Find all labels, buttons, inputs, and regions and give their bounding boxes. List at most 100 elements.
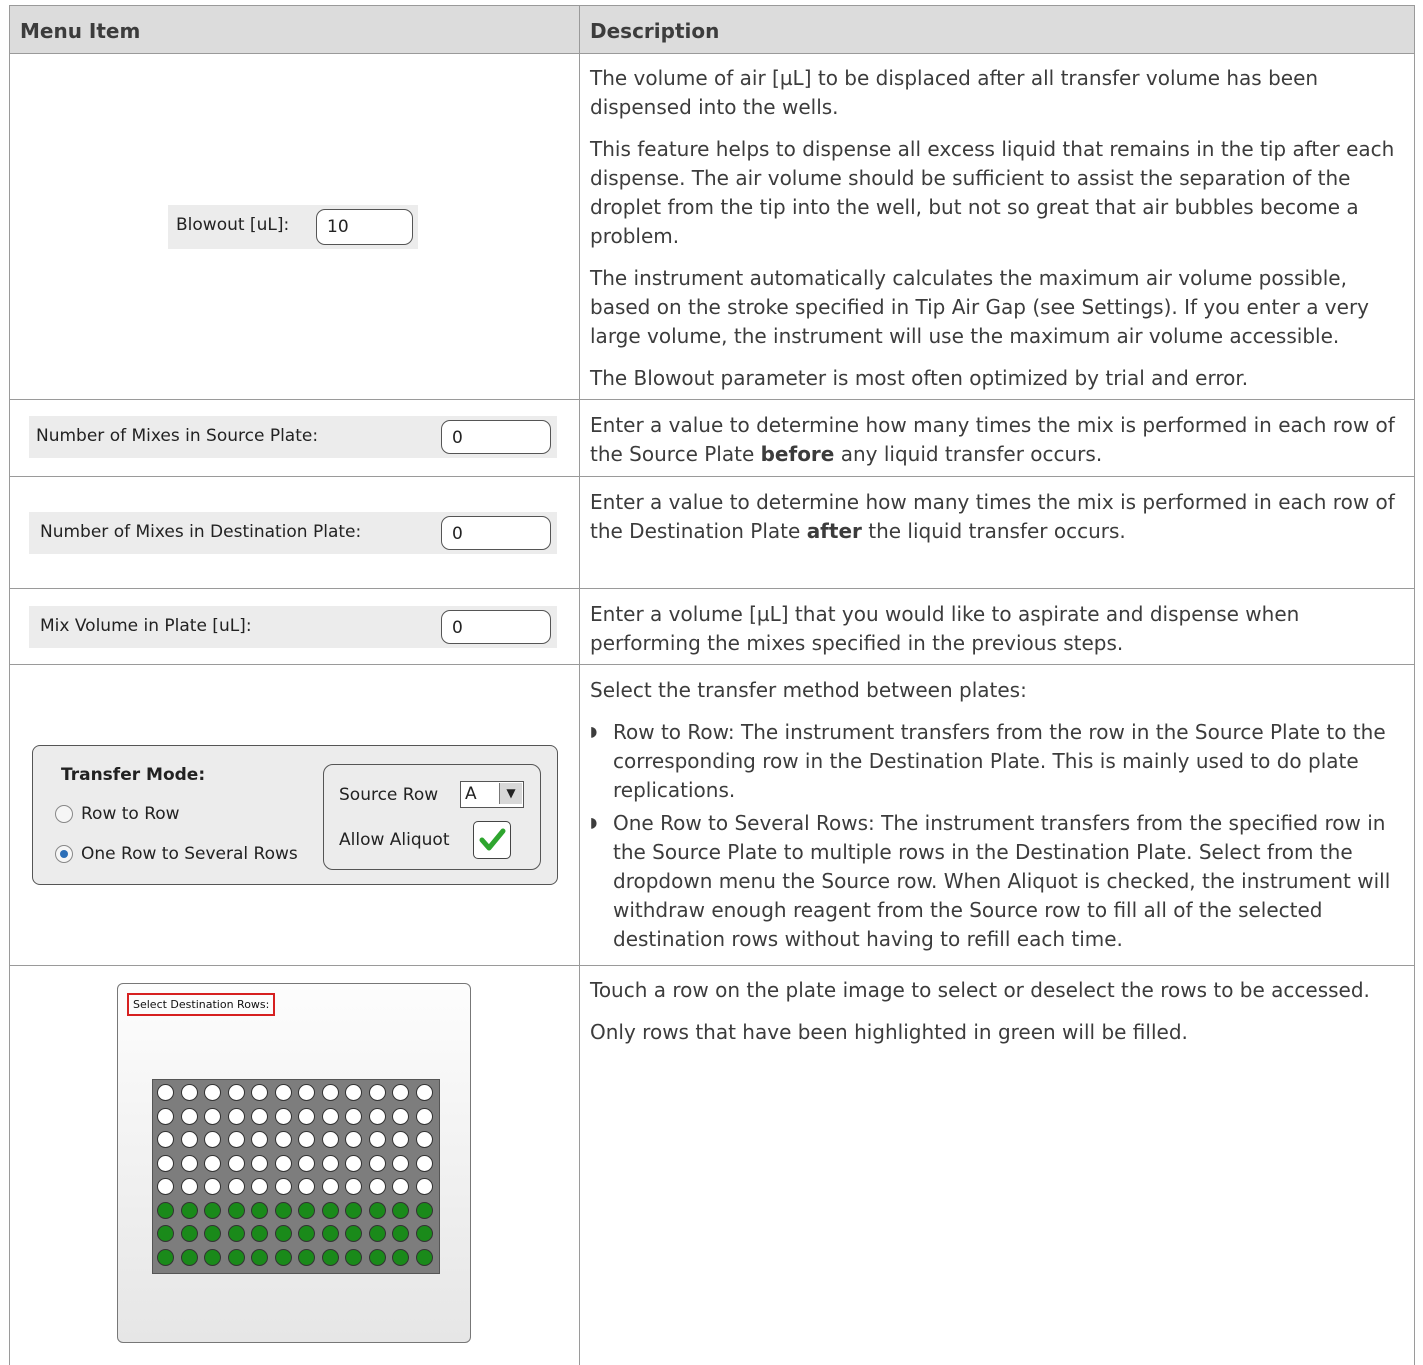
plate-well[interactable] [180, 1084, 198, 1101]
plate-well[interactable] [392, 1131, 409, 1148]
plate-well[interactable] [251, 1084, 268, 1101]
plate-well[interactable] [321, 1201, 339, 1219]
source-row-select[interactable]: A ▼ [460, 781, 524, 808]
plate-well[interactable] [157, 1107, 174, 1125]
plate-well[interactable] [157, 1201, 174, 1219]
plate-well[interactable] [321, 1248, 339, 1266]
plate-well[interactable] [251, 1178, 268, 1195]
radio-one-row-to-several[interactable] [55, 845, 73, 863]
plate-well[interactable] [321, 1107, 339, 1125]
plate-well[interactable] [392, 1248, 409, 1266]
blowout-input[interactable]: 10 [316, 209, 413, 245]
mixes-destination-input[interactable]: 0 [441, 516, 551, 550]
plate-well[interactable] [392, 1178, 409, 1195]
chevron-down-icon[interactable]: ▼ [499, 783, 522, 804]
plate-well[interactable] [321, 1178, 339, 1195]
plate-well[interactable] [345, 1201, 362, 1219]
mix-volume-input[interactable]: 0 [441, 610, 551, 644]
plate-well[interactable] [415, 1131, 433, 1148]
plate-well[interactable] [298, 1107, 315, 1125]
plate-well[interactable] [180, 1248, 198, 1266]
well-plate-grid[interactable] [152, 1079, 440, 1274]
plate-well[interactable] [368, 1131, 386, 1148]
plate-well[interactable] [274, 1201, 292, 1219]
plate-well[interactable] [204, 1154, 221, 1172]
plate-well[interactable] [251, 1131, 268, 1148]
plate-well[interactable] [227, 1154, 245, 1172]
plate-well[interactable] [204, 1225, 221, 1242]
plate-well[interactable] [204, 1107, 221, 1125]
plate-well[interactable] [157, 1084, 174, 1101]
radio-row-to-row-label[interactable]: Row to Row [81, 804, 180, 824]
plate-well[interactable] [368, 1248, 386, 1266]
plate-well[interactable] [274, 1131, 292, 1148]
plate-well[interactable] [368, 1178, 386, 1195]
plate-well[interactable] [415, 1154, 433, 1172]
plate-well[interactable] [345, 1225, 362, 1242]
mixes-source-input[interactable]: 0 [441, 420, 551, 454]
plate-well[interactable] [392, 1154, 409, 1172]
plate-well[interactable] [345, 1084, 362, 1101]
plate-well[interactable] [157, 1131, 174, 1148]
plate-well[interactable] [204, 1201, 221, 1219]
plate-well[interactable] [157, 1248, 174, 1266]
plate-well[interactable] [274, 1248, 292, 1266]
plate-well[interactable] [345, 1178, 362, 1195]
plate-well[interactable] [157, 1178, 174, 1195]
plate-well[interactable] [298, 1154, 315, 1172]
plate-well[interactable] [204, 1084, 221, 1101]
plate-well[interactable] [415, 1248, 433, 1266]
plate-well[interactable] [345, 1248, 362, 1266]
allow-aliquot-checkbox[interactable] [473, 821, 511, 859]
plate-well[interactable] [345, 1154, 362, 1172]
radio-row-to-row[interactable] [55, 805, 73, 823]
plate-well[interactable] [180, 1225, 198, 1242]
plate-well[interactable] [321, 1084, 339, 1101]
plate-well[interactable] [368, 1154, 386, 1172]
plate-well[interactable] [204, 1248, 221, 1266]
plate-well[interactable] [227, 1084, 245, 1101]
plate-well[interactable] [415, 1178, 433, 1195]
plate-well[interactable] [321, 1131, 339, 1148]
plate-well[interactable] [415, 1225, 433, 1242]
plate-well[interactable] [274, 1225, 292, 1242]
plate-well[interactable] [345, 1131, 362, 1148]
plate-well[interactable] [251, 1154, 268, 1172]
plate-well[interactable] [321, 1154, 339, 1172]
plate-well[interactable] [415, 1107, 433, 1125]
plate-well[interactable] [251, 1107, 268, 1125]
plate-well[interactable] [180, 1154, 198, 1172]
plate-well[interactable] [298, 1248, 315, 1266]
plate-well[interactable] [227, 1201, 245, 1219]
plate-well[interactable] [298, 1178, 315, 1195]
plate-well[interactable] [227, 1178, 245, 1195]
plate-well[interactable] [227, 1131, 245, 1148]
plate-well[interactable] [180, 1178, 198, 1195]
plate-well[interactable] [251, 1225, 268, 1242]
plate-well[interactable] [180, 1107, 198, 1125]
plate-well[interactable] [274, 1084, 292, 1101]
plate-well[interactable] [157, 1154, 174, 1172]
plate-well[interactable] [227, 1248, 245, 1266]
plate-well[interactable] [227, 1107, 245, 1125]
plate-well[interactable] [392, 1225, 409, 1242]
plate-well[interactable] [368, 1107, 386, 1125]
plate-well[interactable] [392, 1084, 409, 1101]
plate-well[interactable] [368, 1084, 386, 1101]
plate-well[interactable] [251, 1201, 268, 1219]
plate-well[interactable] [368, 1201, 386, 1219]
plate-well[interactable] [274, 1107, 292, 1125]
plate-well[interactable] [157, 1225, 174, 1242]
plate-well[interactable] [180, 1201, 198, 1219]
plate-well[interactable] [298, 1201, 315, 1219]
plate-well[interactable] [392, 1201, 409, 1219]
plate-well[interactable] [251, 1248, 268, 1266]
plate-well[interactable] [415, 1201, 433, 1219]
plate-well[interactable] [392, 1107, 409, 1125]
plate-well[interactable] [368, 1225, 386, 1242]
plate-well[interactable] [180, 1131, 198, 1148]
plate-well[interactable] [298, 1225, 315, 1242]
radio-one-row-to-several-label[interactable]: One Row to Several Rows [81, 844, 298, 864]
plate-well[interactable] [274, 1154, 292, 1172]
plate-well[interactable] [204, 1131, 221, 1148]
